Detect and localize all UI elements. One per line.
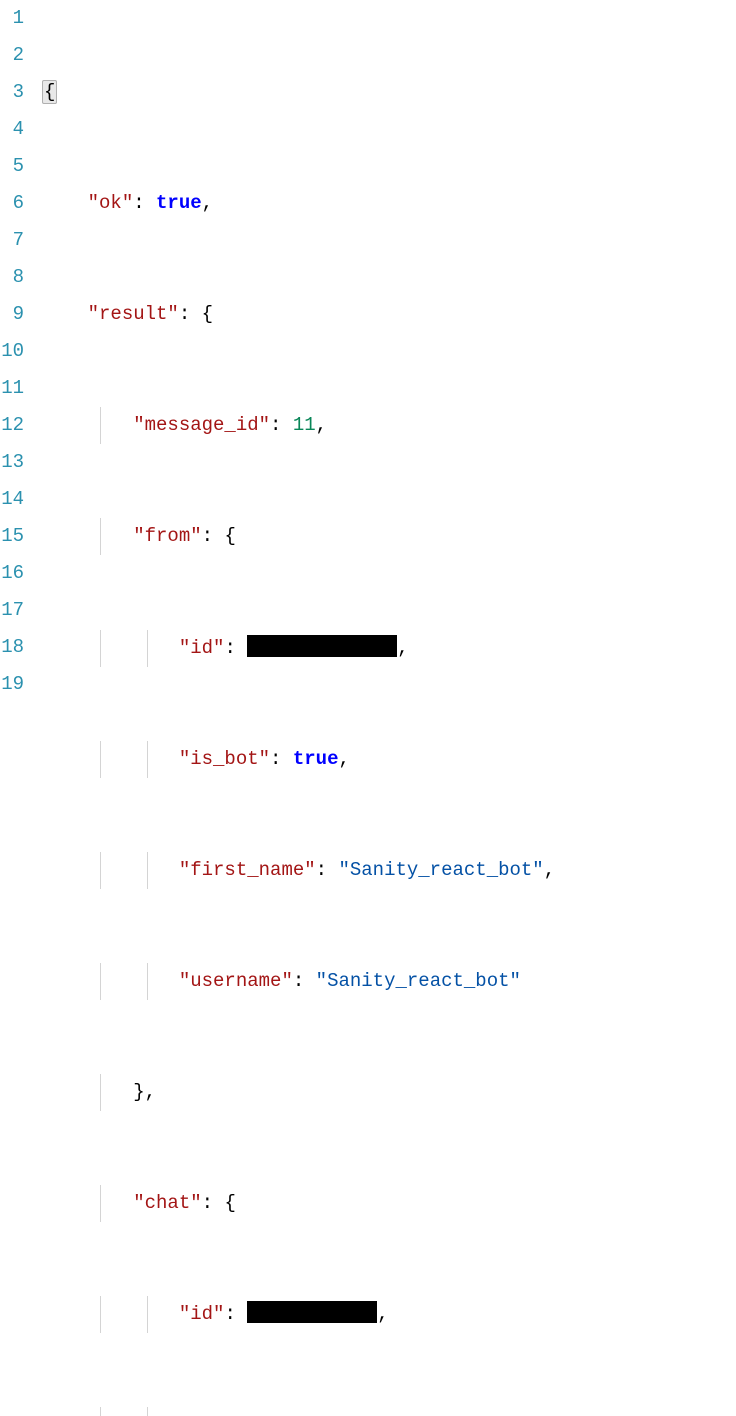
json-key: "chat" — [133, 1192, 201, 1214]
line-number: 12 — [0, 407, 24, 444]
brace-close: }, — [133, 1081, 156, 1103]
line-number: 7 — [0, 222, 24, 259]
code-line: "id": , — [42, 1296, 736, 1333]
code-line: "message_id": 11, — [42, 407, 736, 444]
code-line: "result": { — [42, 296, 736, 333]
json-string: "Sanity_react_bot" — [338, 859, 543, 881]
line-number: 3 — [0, 74, 24, 111]
code-line: "id": , — [42, 630, 736, 667]
brace-open: { — [42, 80, 57, 104]
json-key: "from" — [133, 525, 201, 547]
json-key: "ok" — [88, 192, 134, 214]
json-key: "first_name" — [179, 859, 316, 881]
code-line: { — [42, 74, 736, 111]
line-number: 11 — [0, 370, 24, 407]
code-line: "first_name": "Sanity_react_bot", — [42, 852, 736, 889]
line-number: 6 — [0, 185, 24, 222]
code-line: "from": { — [42, 518, 736, 555]
line-number: 19 — [0, 666, 24, 703]
json-key: "username" — [179, 970, 293, 992]
code-line: "ok": true, — [42, 185, 736, 222]
line-number: 15 — [0, 518, 24, 555]
line-number: 8 — [0, 259, 24, 296]
line-number: 9 — [0, 296, 24, 333]
line-number: 14 — [0, 481, 24, 518]
json-key: "message_id" — [133, 414, 270, 436]
redacted-value — [247, 1301, 377, 1323]
line-number-gutter: 1 2 3 4 5 6 7 8 9 10 11 12 13 14 15 16 1… — [0, 0, 34, 1416]
redacted-value — [247, 635, 397, 657]
json-key: "is_bot" — [179, 748, 270, 770]
line-number: 5 — [0, 148, 24, 185]
json-bool: true — [156, 192, 202, 214]
line-number: 13 — [0, 444, 24, 481]
json-string: "Joseph" — [338, 1414, 429, 1416]
line-number: 17 — [0, 592, 24, 629]
json-number: 11 — [293, 414, 316, 436]
code-line: "chat": { — [42, 1185, 736, 1222]
json-bool: true — [293, 748, 339, 770]
json-key: "first_name" — [179, 1414, 316, 1416]
line-number: 16 — [0, 555, 24, 592]
code-line: "is_bot": true, — [42, 741, 736, 778]
json-key: "id" — [179, 1303, 225, 1325]
line-number: 1 — [0, 0, 24, 37]
code-editor[interactable]: { "ok": true, "result": { "message_id": … — [34, 0, 736, 1416]
code-line: }, — [42, 1074, 736, 1111]
line-number: 10 — [0, 333, 24, 370]
code-line: "first_name": "Joseph", — [42, 1407, 736, 1416]
line-number: 2 — [0, 37, 24, 74]
line-number: 4 — [0, 111, 24, 148]
line-number: 18 — [0, 629, 24, 666]
json-key: "result" — [88, 303, 179, 325]
json-key: "id" — [179, 637, 225, 659]
code-line: "username": "Sanity_react_bot" — [42, 963, 736, 1000]
json-string: "Sanity_react_bot" — [316, 970, 521, 992]
